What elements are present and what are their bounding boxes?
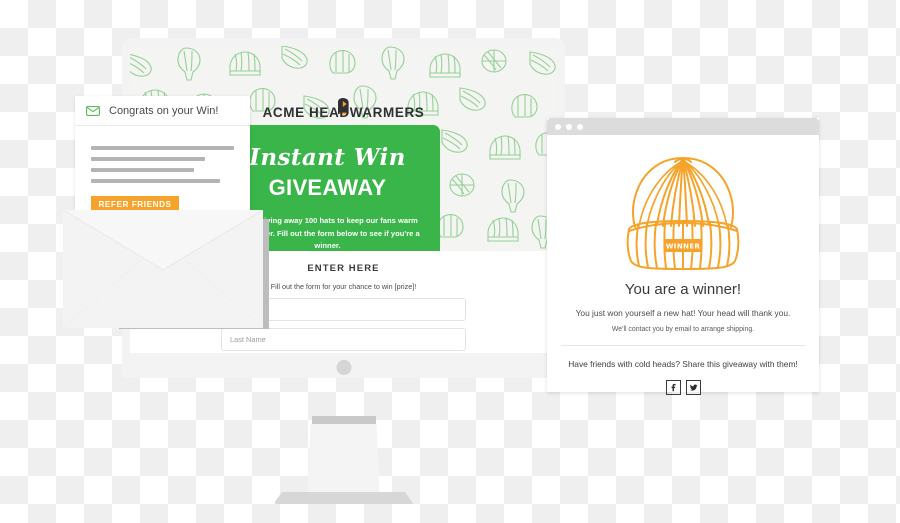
email-subject: Congrats on your Win! — [109, 104, 219, 117]
email-placeholder-line — [91, 146, 234, 150]
email-placeholder-line — [91, 157, 206, 161]
envelope-icon — [86, 105, 100, 116]
winner-social-row — [547, 380, 819, 395]
monitor-neck — [311, 416, 376, 424]
winner-message-primary: You just won yourself a new hat! Your he… — [575, 308, 791, 318]
monitor-base — [273, 492, 414, 504]
beanie-hat-illustration: WINNER — [626, 157, 740, 271]
winner-heading: You are a winner! — [624, 281, 742, 298]
twitter-icon[interactable] — [685, 380, 701, 395]
winner-message-secondary: We'll contact you by email to arrange sh… — [611, 326, 755, 333]
winner-browser-window: WINNER You are a winner! You just won yo… — [547, 118, 819, 395]
beanie-illustration-wrap: WINNER — [547, 135, 819, 271]
browser-titlebar — [547, 118, 819, 135]
window-maximize-dot[interactable] — [577, 123, 583, 130]
window-close-dot[interactable] — [555, 123, 561, 130]
last-name-input[interactable]: Last Name — [221, 328, 466, 351]
email-placeholder-line — [91, 179, 220, 183]
winner-content: WINNER You are a winner! You just won yo… — [547, 135, 819, 395]
email-body: REFER FRIENDS — [75, 126, 250, 213]
monitor-stand — [307, 424, 380, 494]
email-envelope-group: Congrats on your Win! REFER FRIENDS P t … — [63, 96, 269, 331]
email-placeholder-line — [91, 168, 194, 172]
last-name-placeholder: Last Name — [230, 335, 266, 344]
facebook-icon[interactable] — [665, 380, 681, 395]
beanie-winner-label: WINNER — [666, 243, 701, 251]
envelope-body — [63, 210, 263, 328]
monitor-home-button — [336, 360, 351, 375]
window-minimize-dot[interactable] — [566, 123, 572, 130]
winner-divider — [561, 345, 805, 346]
winner-share-prompt: Have friends with cold heads? Share this… — [568, 359, 798, 369]
email-header: Congrats on your Win! — [75, 96, 250, 126]
